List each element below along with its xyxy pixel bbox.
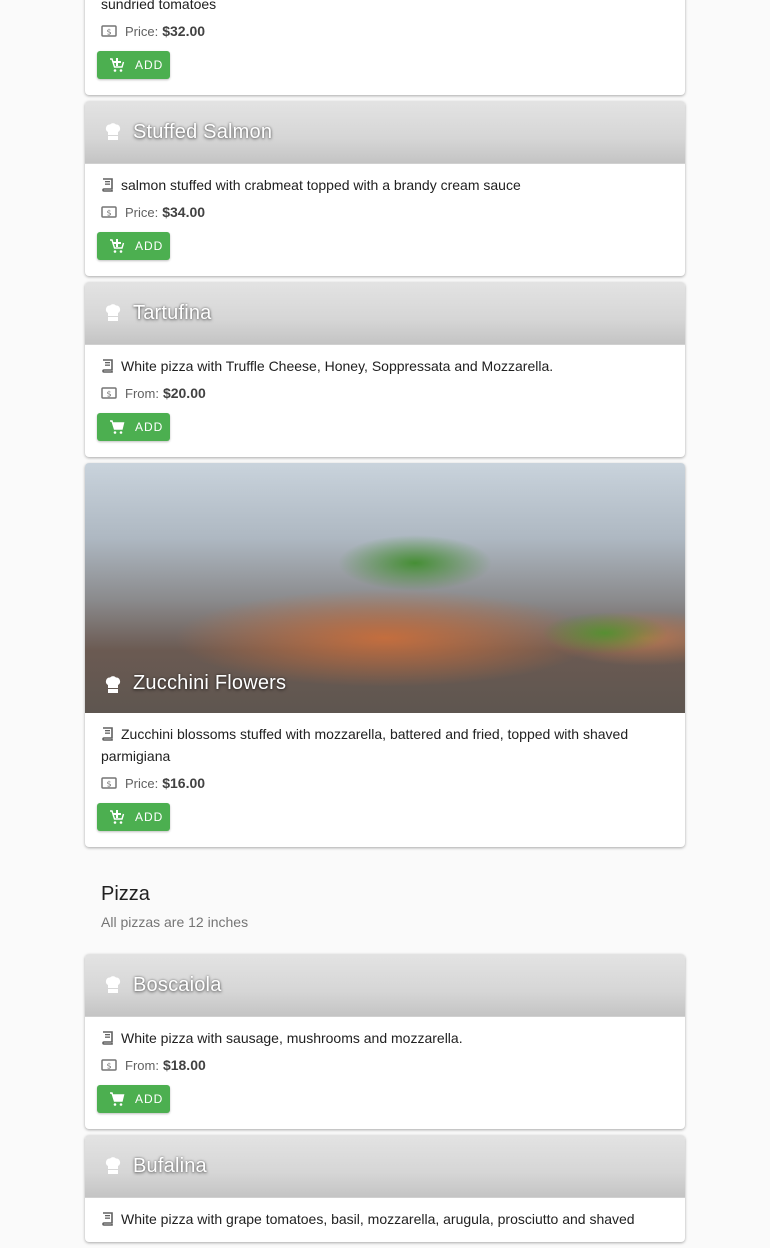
- add-cart-icon: [110, 810, 125, 824]
- svg-text:$: $: [106, 1062, 111, 1071]
- item-header: Stuffed Salmon: [85, 101, 685, 164]
- chef-hat-icon: [105, 1157, 121, 1174]
- add-cart-icon: [110, 58, 125, 72]
- menu-book-icon: [102, 727, 113, 741]
- section-header: Pizza All pizzas are 12 inches: [85, 853, 685, 954]
- cart-icon: [110, 420, 125, 434]
- menu-book-icon: [102, 1212, 113, 1226]
- menu-item-card: Zucchini Flowers Zucchini blossoms stuff…: [85, 463, 685, 847]
- svg-text:$: $: [106, 28, 111, 37]
- item-header: Tartufina: [85, 282, 685, 345]
- add-cart-icon: [110, 239, 125, 253]
- menu-item-card: Stuffed Salmon salmon stuffed with crabm…: [85, 101, 685, 276]
- menu-item-card: Tartufina White pizza with Truffle Chees…: [85, 282, 685, 457]
- chef-hat-icon: [105, 976, 121, 993]
- chef-hat-icon: [105, 304, 121, 321]
- menu-book-icon: [102, 178, 113, 192]
- money-icon: $: [101, 387, 117, 399]
- item-description: White pizza with sausage, mushrooms and …: [101, 1027, 669, 1049]
- item-description: salmon stuffed with crabmeat topped with…: [101, 174, 669, 196]
- item-name: Zucchini Flowers: [133, 672, 287, 694]
- item-name: Stuffed Salmon: [133, 120, 273, 143]
- item-header: Bufalina: [85, 1135, 685, 1198]
- svg-text:$: $: [106, 209, 111, 218]
- menu-item-card: sundried tomatoes $ Price: $32.00 ADD: [85, 0, 685, 95]
- item-name: Tartufina: [133, 301, 212, 324]
- svg-text:$: $: [106, 780, 111, 789]
- item-name: Boscaiola: [133, 973, 222, 996]
- chef-hat-icon: [105, 676, 121, 693]
- menu-list: sundried tomatoes $ Price: $32.00 ADD Stu…: [85, 0, 685, 1248]
- item-description: sundried tomatoes: [101, 0, 217, 12]
- section-title: Pizza: [101, 883, 150, 905]
- add-button[interactable]: ADD: [97, 1085, 170, 1113]
- item-header: Boscaiola: [85, 954, 685, 1017]
- chef-hat-icon: [105, 123, 121, 140]
- menu-item-card: Boscaiola White pizza with sausage, mush…: [85, 954, 685, 1129]
- cart-icon: [110, 1092, 125, 1106]
- item-name: Bufalina: [133, 1154, 207, 1177]
- menu-book-icon: [102, 359, 113, 373]
- item-description: White pizza with Truffle Cheese, Honey, …: [101, 355, 669, 377]
- item-description: White pizza with grape tomatoes, basil, …: [101, 1208, 669, 1230]
- money-icon: $: [101, 777, 117, 789]
- item-description: Zucchini blossoms stuffed with mozzarell…: [101, 726, 629, 764]
- money-icon: $: [101, 206, 117, 218]
- add-button[interactable]: ADD: [97, 803, 170, 831]
- item-price: $ From: $20.00: [101, 381, 669, 405]
- section-subtitle: All pizzas are 12 inches: [101, 914, 249, 930]
- money-icon: $: [101, 1059, 117, 1071]
- item-price: $ From: $18.00: [101, 1053, 669, 1077]
- menu-item-card: Bufalina White pizza with grape tomatoes…: [85, 1135, 685, 1242]
- item-price: $ Price: $32.00: [101, 19, 669, 43]
- money-icon: $: [101, 25, 117, 37]
- add-button[interactable]: ADD: [97, 232, 170, 260]
- item-price: $ Price: $34.00: [101, 200, 669, 224]
- add-button[interactable]: ADD: [97, 413, 170, 441]
- menu-book-icon: [102, 1031, 113, 1045]
- add-button[interactable]: ADD: [97, 51, 170, 79]
- svg-text:$: $: [106, 390, 111, 399]
- item-price: $ Price: $16.00: [101, 771, 669, 795]
- item-image-header: Zucchini Flowers: [85, 463, 685, 713]
